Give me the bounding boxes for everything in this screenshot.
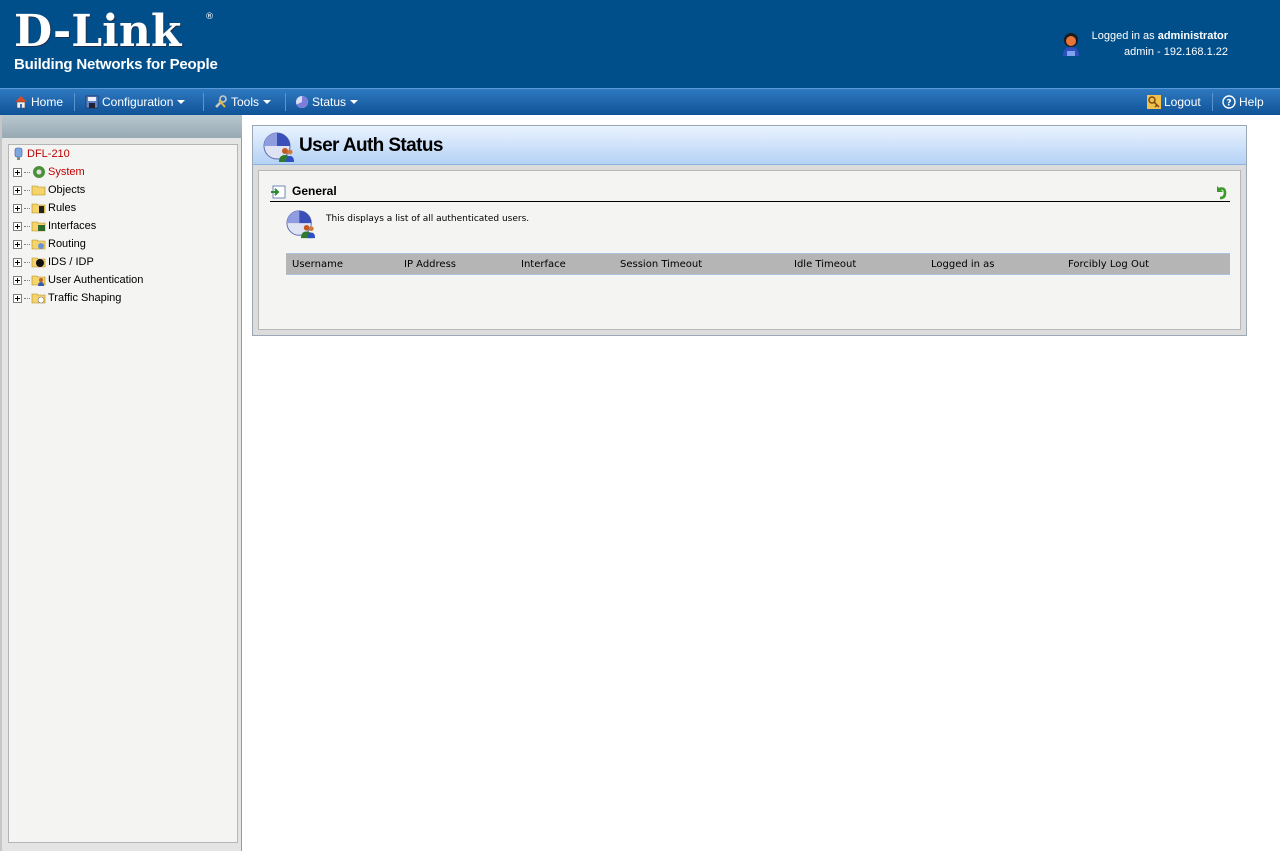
home-icon <box>15 96 27 109</box>
tree-item-rules[interactable]: Rules <box>13 200 76 216</box>
logged-in-prefix: Logged in as <box>1091 30 1155 42</box>
tree-item-system[interactable]: System <box>13 164 85 180</box>
tree-item-ids-idp[interactable]: IDS / IDP <box>13 254 94 270</box>
table-header: Username IP Address Interface Session Ti… <box>286 253 1230 275</box>
expand-icon[interactable] <box>13 221 22 231</box>
key-icon <box>1147 95 1161 109</box>
folder-icon <box>31 185 46 196</box>
column-header-idle-timeout[interactable]: Idle Timeout <box>794 259 856 270</box>
expand-icon[interactable] <box>13 239 22 249</box>
registered-mark: ® <box>205 12 214 22</box>
user-status-icon <box>286 210 316 239</box>
menu-separator <box>74 93 75 111</box>
menu-status[interactable]: Status <box>295 89 359 115</box>
interfaces-icon <box>31 221 46 232</box>
column-header-logged-in-as[interactable]: Logged in as <box>931 259 995 270</box>
logo-brand: D-Link <box>14 6 182 57</box>
tree-item-traffic-shaping[interactable]: Traffic Shaping <box>13 290 121 306</box>
column-header-interface[interactable]: Interface <box>521 259 566 270</box>
chevron-down-icon <box>263 100 272 104</box>
tree-item-label: System <box>48 166 85 178</box>
refresh-icon[interactable] <box>1214 184 1228 200</box>
menu-help-label: Help <box>1239 95 1264 109</box>
menu-help[interactable]: ? Help <box>1222 89 1264 115</box>
section-general-header: General <box>270 183 1230 202</box>
sidebar-header <box>2 115 242 138</box>
expand-icon[interactable] <box>13 293 22 303</box>
tree-item-label: Interfaces <box>48 220 97 232</box>
menu-separator <box>1212 93 1213 111</box>
user-auth-status-panel: User Auth Status General This displays a… <box>252 125 1247 336</box>
help-icon: ? <box>1222 95 1236 109</box>
logged-in-user: administrator <box>1157 30 1228 42</box>
column-header-ip-address[interactable]: IP Address <box>404 259 456 270</box>
save-disk-icon <box>85 95 99 109</box>
column-header-forcibly-log-out[interactable]: Forcibly Log Out <box>1068 259 1149 270</box>
tree-item-user-authentication[interactable]: User Authentication <box>13 272 143 288</box>
user-status-icon <box>263 132 294 162</box>
menu-separator <box>203 93 204 111</box>
traffic-shaping-icon <box>31 293 46 304</box>
page-title: User Auth Status <box>299 135 443 156</box>
menubar: Home Configuration Tools Status Logout ?… <box>0 88 1280 115</box>
user-icon <box>1063 33 1079 56</box>
menu-configuration-label: Configuration <box>102 95 174 109</box>
menu-status-label: Status <box>312 95 347 109</box>
tree-item-label: IDS / IDP <box>48 256 94 268</box>
tree-root-dfl-210[interactable]: DFL-210 <box>12 146 70 162</box>
section-arrow-icon <box>271 185 286 199</box>
user-auth-icon <box>31 275 46 286</box>
tree-item-label: Traffic Shaping <box>48 292 122 304</box>
tree-item-label: User Authentication <box>48 274 144 286</box>
tools-icon <box>215 95 227 108</box>
gear-icon <box>33 166 45 178</box>
logo-tagline: Building Networks for People <box>14 56 218 73</box>
menu-tools[interactable]: Tools <box>214 89 272 115</box>
tree-item-label: Rules <box>48 202 77 214</box>
session-info: admin - 192.168.1.22 <box>1124 46 1228 58</box>
svg-text:?: ? <box>1226 99 1231 109</box>
section-description: This displays a list of all authenticate… <box>326 214 530 224</box>
ids-icon <box>31 257 46 268</box>
expand-icon[interactable] <box>13 167 22 177</box>
expand-icon[interactable] <box>13 203 22 213</box>
panel-body: General This displays a list of all auth… <box>258 170 1241 330</box>
tree-item-objects[interactable]: Objects <box>13 182 85 198</box>
menu-home[interactable]: Home <box>14 89 63 115</box>
tree-item-label: Routing <box>48 238 86 250</box>
menu-logout[interactable]: Logout <box>1147 89 1201 115</box>
menu-tools-label: Tools <box>231 95 260 109</box>
chevron-down-icon <box>177 100 186 104</box>
menu-configuration[interactable]: Configuration <box>85 89 186 115</box>
navigation-tree: DFL-210 System Objects Rules Interfaces … <box>8 144 238 843</box>
menu-home-label: Home <box>31 95 64 109</box>
expand-icon[interactable] <box>13 275 22 285</box>
menu-separator <box>285 93 286 111</box>
menu-logout-label: Logout <box>1164 95 1201 109</box>
tree-root-label: DFL-210 <box>27 148 70 160</box>
tree-item-interfaces[interactable]: Interfaces <box>13 218 96 234</box>
expand-icon[interactable] <box>13 257 22 267</box>
column-header-session-timeout[interactable]: Session Timeout <box>620 259 702 270</box>
expand-icon[interactable] <box>13 185 22 195</box>
panel-title-bar: User Auth Status <box>253 126 1246 165</box>
routing-icon <box>31 239 46 250</box>
tree-item-routing[interactable]: Routing <box>13 236 86 252</box>
sidebar: DFL-210 System Objects Rules Interfaces … <box>0 115 242 851</box>
column-header-username[interactable]: Username <box>292 259 343 270</box>
device-icon <box>14 147 23 160</box>
section-title: General <box>292 184 337 198</box>
chevron-down-icon <box>350 100 359 104</box>
header: D-Link ® Building Networks for People Lo… <box>0 0 1280 88</box>
status-pie-icon <box>296 96 308 108</box>
tree-item-label: Objects <box>48 184 86 196</box>
dlink-logo: D-Link ® Building Networks for People <box>14 6 218 74</box>
logged-in-label: Logged in as administrator <box>1092 30 1228 42</box>
rules-icon <box>31 203 46 214</box>
